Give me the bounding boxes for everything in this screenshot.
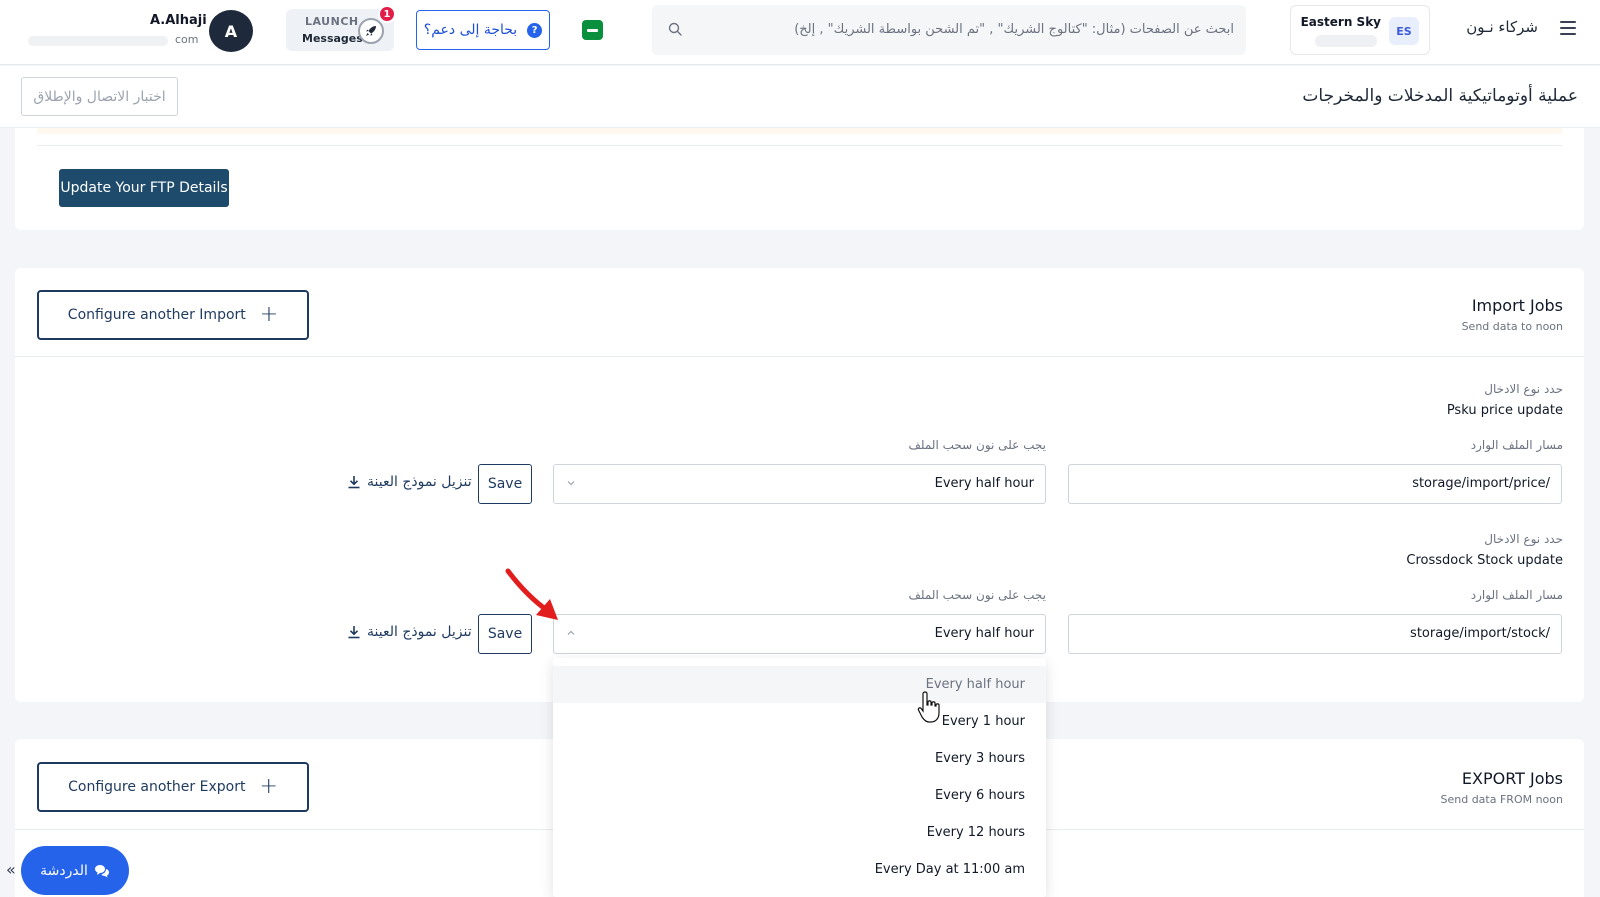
job2-path-label: مسار الملف الوارد <box>1470 588 1563 602</box>
job2-frequency-value: Every half hour <box>934 626 1034 641</box>
user-email: com <box>175 33 199 46</box>
warning-strip <box>37 128 1562 134</box>
rocket-icon <box>358 18 384 44</box>
launch-messages-button[interactable]: LAUNCH Messages 1 <box>286 5 396 51</box>
account-switcher[interactable]: ES Eastern Sky <box>1290 5 1430 55</box>
divider <box>15 356 1584 357</box>
launch-label: LAUNCH <box>305 15 359 28</box>
job1-frequency-label: يجب على نون سحب الملف <box>908 438 1046 452</box>
download-icon <box>348 626 360 639</box>
job2-frequency-label: يجب على نون سحب الملف <box>908 588 1046 602</box>
chat-collapse-icon[interactable]: « <box>6 860 16 879</box>
user-email-redacted <box>28 36 168 46</box>
export-subtitle: Send data FROM noon <box>1440 793 1564 806</box>
download-sample-label: تنزيل نموذج العينة <box>367 474 472 490</box>
chat-bubble-icon <box>94 864 109 877</box>
page-title: عملية أوتوماتيكية المدخلات والمخرجات <box>1302 86 1578 106</box>
chevron-down-icon <box>567 481 575 486</box>
divider <box>37 145 1562 146</box>
job1-download-sample-link[interactable]: تنزيل نموذج العينة <box>347 474 472 490</box>
hamburger-menu-icon[interactable] <box>1560 21 1576 35</box>
update-ftp-button[interactable]: Update Your FTP Details <box>59 169 229 207</box>
job1-save-button[interactable]: Save <box>478 464 532 504</box>
user-name: A.Alhaji <box>150 13 207 28</box>
job2-download-sample-link[interactable]: تنزيل نموذج العينة <box>347 624 472 640</box>
job1-type-label: حدد نوع الادخال <box>1484 382 1563 396</box>
configure-import-label: Configure another Import <box>67 307 246 323</box>
job1-path-value: storage/import/price/ <box>1412 476 1550 491</box>
job1-frequency-select[interactable]: Every half hour <box>553 464 1046 504</box>
ftp-card <box>15 128 1584 230</box>
job1-type-value: Psku price update <box>1446 403 1563 418</box>
plus-icon: + <box>259 302 279 327</box>
download-sample-label: تنزيل نموذج العينة <box>367 624 472 640</box>
test-connection-button[interactable]: اختبار الاتصال والإطلاق <box>21 77 178 116</box>
download-icon <box>348 476 360 489</box>
frequency-dropdown-menu: Every half hour Every 1 hour Every 3 hou… <box>553 658 1046 897</box>
account-id-redacted <box>1315 35 1377 47</box>
job2-path-input[interactable]: storage/import/stock/ <box>1068 614 1562 654</box>
chat-button[interactable]: الدردشة <box>21 846 129 895</box>
hand-cursor-icon <box>917 691 940 723</box>
job2-type-value: Crossdock Stock update <box>1406 553 1563 568</box>
configure-export-button[interactable]: Configure another Export + <box>37 762 309 812</box>
account-name: Eastern Sky <box>1300 15 1381 29</box>
dropdown-option-12-hours[interactable]: Every 12 hours <box>553 814 1046 851</box>
import-subtitle: Send data to noon <box>1461 320 1563 333</box>
avatar[interactable]: A <box>209 10 253 52</box>
job1-path-input[interactable]: storage/import/price/ <box>1068 464 1562 504</box>
messages-label: Messages <box>302 32 363 45</box>
search-bar[interactable]: ابحث عن الصفحات (مثال: "كتالوج الشريك" ,… <box>652 5 1246 55</box>
job1-path-label: مسار الملف الوارد <box>1470 438 1563 452</box>
export-title: EXPORT Jobs <box>1461 769 1563 788</box>
help-button[interactable]: بحاجة إلى دعم؟ ? <box>416 10 550 50</box>
job2-frequency-select[interactable]: Every half hour <box>553 614 1046 654</box>
saudi-flag-icon[interactable] <box>582 20 603 40</box>
question-icon: ? <box>527 22 543 38</box>
help-button-label: بحاجة إلى دعم؟ <box>423 22 518 38</box>
dropdown-option-half-hour[interactable]: Every half hour <box>553 666 1046 703</box>
search-input[interactable]: ابحث عن الصفحات (مثال: "كتالوج الشريك" ,… <box>794 22 1234 37</box>
dropdown-option-6-hours[interactable]: Every 6 hours <box>553 777 1046 814</box>
configure-export-label: Configure another Export <box>68 779 246 795</box>
import-title: Import Jobs <box>1471 296 1563 315</box>
plus-icon: + <box>259 774 278 799</box>
job2-type-label: حدد نوع الادخال <box>1484 532 1563 546</box>
dropdown-option-1-hour[interactable]: Every 1 hour <box>553 703 1046 740</box>
notification-badge: 1 <box>378 5 396 23</box>
job2-path-value: storage/import/stock/ <box>1410 626 1550 641</box>
account-badge: ES <box>1389 17 1419 45</box>
dropdown-option-daily-11am[interactable]: Every Day at 11:00 am <box>553 851 1046 888</box>
brand-logo[interactable]: شركاء نـون <box>1466 18 1538 36</box>
search-icon <box>668 22 682 36</box>
dropdown-option-3-hours[interactable]: Every 3 hours <box>553 740 1046 777</box>
configure-import-button[interactable]: Configure another Import + <box>37 290 309 340</box>
red-arrow-annotation-icon <box>505 568 558 620</box>
job1-frequency-value: Every half hour <box>934 476 1034 491</box>
chat-label: الدردشة <box>40 862 88 879</box>
